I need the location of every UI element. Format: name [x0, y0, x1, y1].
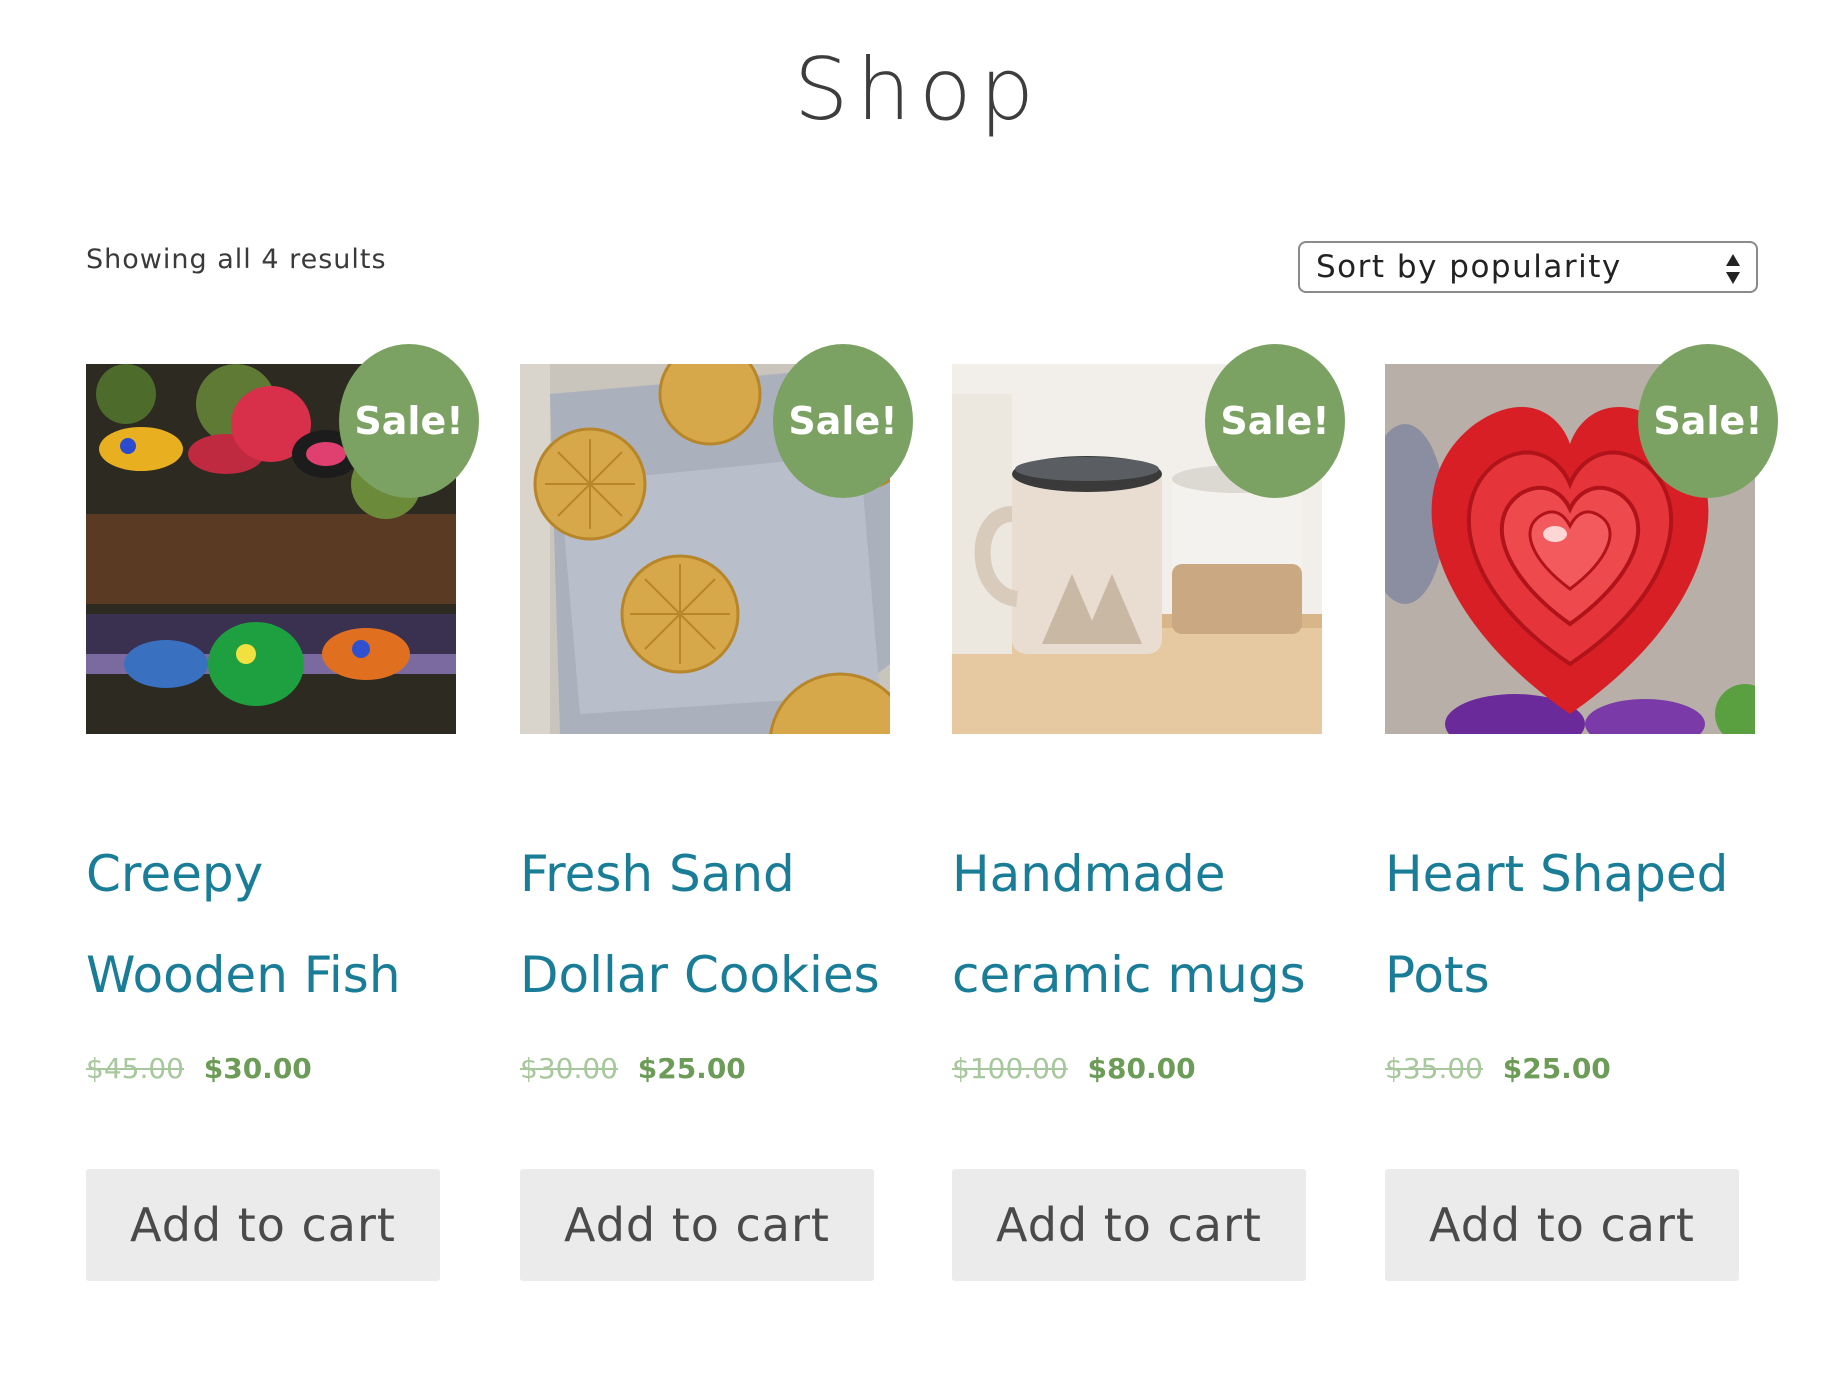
add-to-cart-button[interactable]: Add to cart [86, 1169, 440, 1281]
product-price: $30.00 $25.00 [520, 1052, 746, 1085]
product-title-line1: Creepy [86, 845, 264, 903]
product-title-line2: Dollar Cookies [520, 946, 880, 1004]
add-to-cart-button[interactable]: Add to cart [1385, 1169, 1739, 1281]
product-price: $35.00 $25.00 [1385, 1052, 1611, 1085]
sort-select-label: Sort by popularity [1316, 249, 1622, 285]
result-count: Showing all 4 results [86, 244, 387, 275]
regular-price: $35.00 [1385, 1052, 1483, 1085]
product-title-line2: Pots [1385, 946, 1490, 1004]
select-arrows-icon [1726, 254, 1740, 284]
sale-price: $80.00 [1087, 1052, 1196, 1085]
product-title-link[interactable]: Fresh Sand Dollar Cookies [520, 824, 920, 1026]
sale-price: $30.00 [203, 1052, 312, 1085]
product-title-line1: Handmade [952, 845, 1226, 903]
sale-badge: Sale! [1638, 344, 1778, 498]
product-title-line1: Heart Shaped [1385, 845, 1729, 903]
regular-price: $100.00 [952, 1052, 1068, 1085]
sort-select[interactable]: Sort by popularity [1298, 241, 1758, 293]
product-title-line1: Fresh Sand [520, 845, 795, 903]
regular-price: $45.00 [86, 1052, 184, 1085]
product-title-link[interactable]: Handmade ceramic mugs [952, 824, 1352, 1026]
product-title-link[interactable]: Creepy Wooden Fish [86, 824, 486, 1026]
sale-badge: Sale! [1205, 344, 1345, 498]
product-title-line2: ceramic mugs [952, 946, 1306, 1004]
sale-badge: Sale! [773, 344, 913, 498]
add-to-cart-button[interactable]: Add to cart [520, 1169, 874, 1281]
product-price: $45.00 $30.00 [86, 1052, 312, 1085]
sale-price: $25.00 [1502, 1052, 1611, 1085]
regular-price: $30.00 [520, 1052, 618, 1085]
product-price: $100.00 $80.00 [952, 1052, 1196, 1085]
product-title-line2: Wooden Fish [86, 946, 401, 1004]
page-title: Shop [793, 40, 1043, 140]
sale-badge: Sale! [339, 344, 479, 498]
add-to-cart-button[interactable]: Add to cart [952, 1169, 1306, 1281]
sale-price: $25.00 [637, 1052, 746, 1085]
product-title-link[interactable]: Heart Shaped Pots [1385, 824, 1785, 1026]
